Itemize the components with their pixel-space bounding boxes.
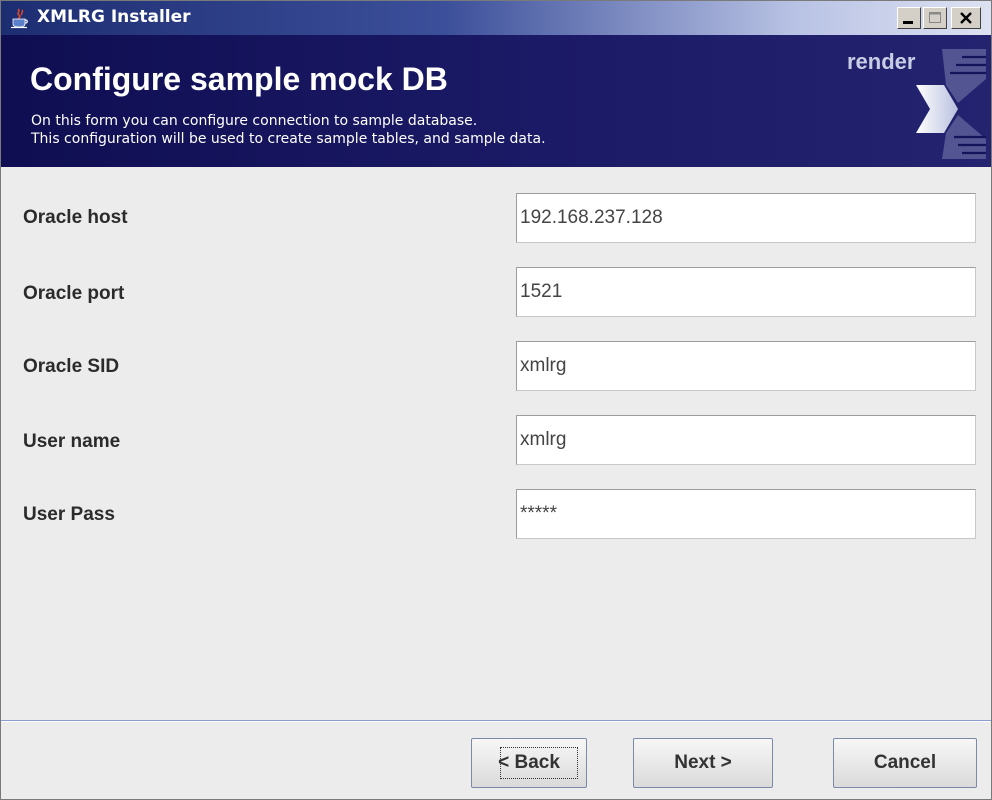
user-name-input[interactable]	[516, 415, 976, 465]
window-title: XMLRG Installer	[37, 7, 191, 27]
minimize-icon	[903, 21, 913, 24]
button-bar-separator-highlight	[1, 721, 991, 722]
oracle-port-label: Oracle port	[23, 283, 125, 304]
maximize-icon	[929, 12, 941, 23]
page-title: Configure sample mock DB	[30, 61, 448, 97]
title-bar[interactable]: XMLRG Installer	[1, 1, 991, 35]
maximize-button[interactable]	[923, 7, 947, 29]
oracle-port-input[interactable]	[516, 267, 976, 317]
user-pass-label: User Pass	[23, 504, 115, 525]
close-button[interactable]	[951, 7, 981, 29]
oracle-sid-label: Oracle SID	[23, 356, 120, 377]
back-button-label: < Back	[498, 752, 560, 773]
close-icon	[960, 12, 972, 24]
oracle-host-label: Oracle host	[23, 207, 128, 228]
back-button[interactable]: < Back	[471, 738, 587, 788]
java-cup-icon	[9, 7, 31, 29]
user-name-label: User name	[23, 431, 121, 452]
next-button[interactable]: Next >	[633, 738, 773, 788]
header-banner: Configure sample mock DB On this form yo…	[1, 35, 991, 167]
oracle-host-input[interactable]	[516, 193, 976, 243]
oracle-sid-input[interactable]	[516, 341, 976, 391]
cancel-button[interactable]: Cancel	[833, 738, 977, 788]
minimize-button[interactable]	[897, 7, 921, 29]
user-pass-input[interactable]	[516, 489, 976, 539]
page-description-line-1: On this form you can configure connectio…	[31, 113, 478, 129]
installer-window: XMLRG Installer Configure sample mock DB…	[0, 0, 992, 800]
render-x-logo-icon	[916, 49, 986, 159]
page-description-line-2: This configuration will be used to creat…	[31, 131, 546, 147]
